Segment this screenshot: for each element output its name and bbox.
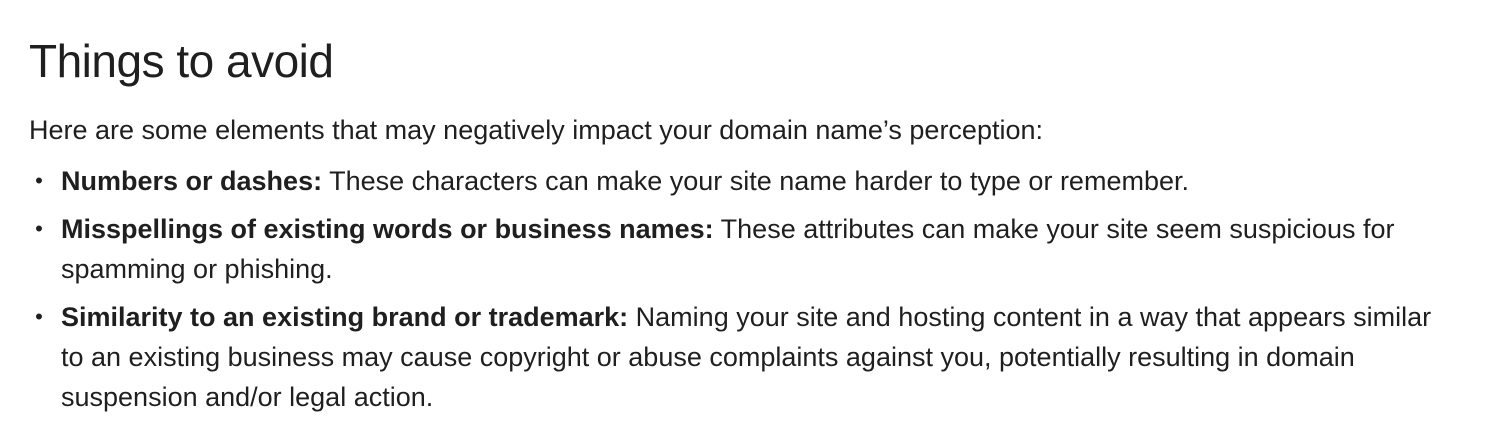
list-item-term: Numbers or dashes: <box>61 166 323 196</box>
list-item-term: Misspellings of existing words or busine… <box>61 214 714 244</box>
bullet-icon: • <box>35 168 43 193</box>
list-item-term: Similarity to an existing brand or trade… <box>61 302 629 332</box>
bullet-icon: • <box>35 216 43 241</box>
bullet-icon: • <box>35 304 43 329</box>
list-item: • Numbers or dashes: These characters ca… <box>29 161 1449 201</box>
intro-paragraph: Here are some elements that may negative… <box>29 115 1044 145</box>
section-heading: Things to avoid <box>29 35 334 87</box>
list-item: • Similarity to an existing brand or tra… <box>29 297 1449 417</box>
list-item-description: These characters can make your site name… <box>329 166 1189 196</box>
list-item: • Misspellings of existing words or busi… <box>29 209 1449 289</box>
avoid-list: • Numbers or dashes: These characters ca… <box>29 161 1449 417</box>
article-content: Things to avoid Here are some elements t… <box>0 0 1504 448</box>
